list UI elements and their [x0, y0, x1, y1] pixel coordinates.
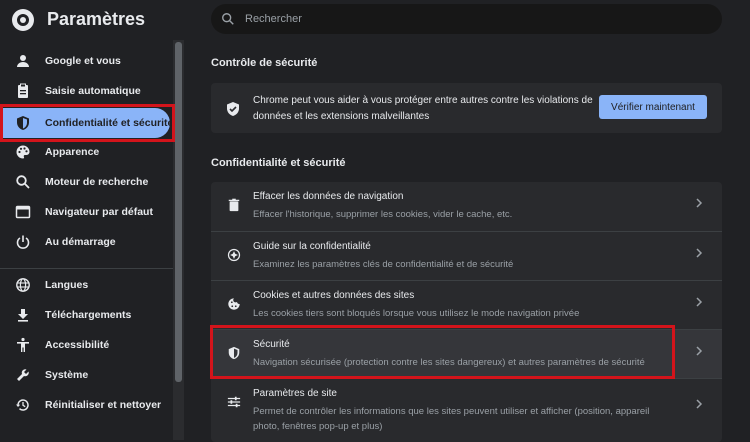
power-icon — [16, 235, 30, 249]
globe-icon — [16, 278, 30, 292]
sliders-icon — [227, 396, 241, 408]
chrome-logo-icon — [12, 9, 34, 31]
person-icon — [17, 55, 29, 67]
trash-icon — [228, 198, 240, 212]
safety-check-card: Chrome peut vous aider à vous protéger e… — [211, 83, 722, 133]
sidebar-item-systeme[interactable]: Système — [0, 360, 170, 390]
sidebar-item-label: Apparence — [45, 146, 100, 158]
sidebar: Google et vous Saisie automatique Confid… — [0, 40, 173, 440]
row-title: Effacer les données de navigation — [253, 191, 404, 202]
row-description: Examinez les paramètres clés de confiden… — [253, 259, 514, 270]
compass-icon — [227, 248, 241, 262]
sidebar-scrollbar[interactable] — [173, 40, 184, 440]
chevron-right-icon — [696, 198, 703, 208]
top-bar: Paramètres — [0, 0, 750, 40]
privacy-card: Effacer les données de navigation Efface… — [211, 182, 722, 442]
sidebar-item-saisie-automatique[interactable]: Saisie automatique — [0, 76, 170, 106]
sidebar-item-langues[interactable]: Langues — [0, 270, 170, 300]
row-cookies[interactable]: Cookies et autres données des sites Les … — [211, 280, 722, 329]
sidebar-item-label: Réinitialiser et nettoyer — [45, 399, 162, 411]
wrench-icon — [17, 369, 29, 381]
search-icon — [16, 175, 30, 189]
search-icon — [222, 13, 234, 25]
sidebar-item-google-et-vous[interactable]: Google et vous — [0, 46, 170, 76]
verify-now-button[interactable]: Vérifier maintenant — [599, 95, 707, 119]
palette-icon — [16, 145, 30, 159]
sidebar-item-label: Téléchargements — [45, 309, 132, 321]
sidebar-item-reinitialiser[interactable]: Réinitialiser et nettoyer — [0, 390, 170, 420]
page-title: Paramètres — [47, 9, 146, 29]
search-input[interactable] — [245, 11, 705, 27]
cookie-icon — [228, 298, 240, 310]
restore-icon — [16, 399, 29, 411]
accessibility-icon — [17, 337, 29, 352]
sidebar-item-label: Langues — [45, 279, 89, 291]
row-title: Cookies et autres données des sites — [253, 290, 415, 301]
sidebar-item-label: Système — [45, 369, 89, 381]
chevron-right-icon — [696, 248, 703, 258]
sidebar-item-au-demarrage[interactable]: Au démarrage — [0, 227, 170, 257]
row-description: Les cookies tiers sont bloqués lorsque v… — [253, 308, 580, 319]
chevron-right-icon — [696, 346, 703, 356]
row-clear-browsing-data[interactable]: Effacer les données de navigation Efface… — [211, 182, 722, 231]
sidebar-item-label: Au démarrage — [45, 236, 116, 248]
main-content: Contrôle de sécurité Chrome peut vous ai… — [184, 40, 750, 442]
row-description: Effacer l'historique, supprimer les cook… — [253, 209, 513, 220]
scroll-thumb[interactable] — [175, 42, 182, 382]
row-title: Guide sur la confidentialité — [253, 241, 371, 252]
chevron-right-icon — [696, 297, 703, 307]
sidebar-item-label: Moteur de recherche — [45, 176, 149, 188]
safety-check-text: Chrome peut vous aider à vous protéger e… — [253, 95, 593, 122]
shield-check-icon — [227, 102, 239, 116]
section-title-privacy: Confidentialité et sécurité — [211, 157, 346, 169]
sidebar-item-navigateur-par-defaut[interactable]: Navigateur par défaut — [0, 197, 170, 227]
row-site-settings[interactable]: Paramètres de site Permet de contrôler l… — [211, 378, 722, 442]
highlight-box-sidebar — [0, 104, 175, 142]
highlight-box-security — [210, 325, 675, 379]
section-title-safety-check: Contrôle de sécurité — [211, 57, 318, 69]
row-description: Permet de contrôler les informations que… — [253, 406, 650, 432]
sidebar-item-label: Navigateur par défaut — [45, 206, 153, 218]
chevron-right-icon — [696, 399, 703, 409]
sidebar-divider — [0, 268, 173, 269]
sidebar-item-label: Google et vous — [45, 55, 121, 67]
search-box[interactable] — [211, 4, 722, 34]
row-title: Paramètres de site — [253, 388, 337, 399]
browser-icon — [15, 205, 31, 219]
sidebar-item-moteur-de-recherche[interactable]: Moteur de recherche — [0, 167, 170, 197]
download-icon — [18, 309, 28, 322]
sidebar-item-accessibilite[interactable]: Accessibilité — [0, 330, 170, 360]
sidebar-item-telechargements[interactable]: Téléchargements — [0, 300, 170, 330]
sidebar-item-label: Saisie automatique — [45, 85, 141, 97]
row-privacy-guide[interactable]: Guide sur la confidentialité Examinez le… — [211, 231, 722, 280]
sidebar-item-label: Accessibilité — [45, 339, 110, 351]
clipboard-icon — [18, 83, 28, 98]
